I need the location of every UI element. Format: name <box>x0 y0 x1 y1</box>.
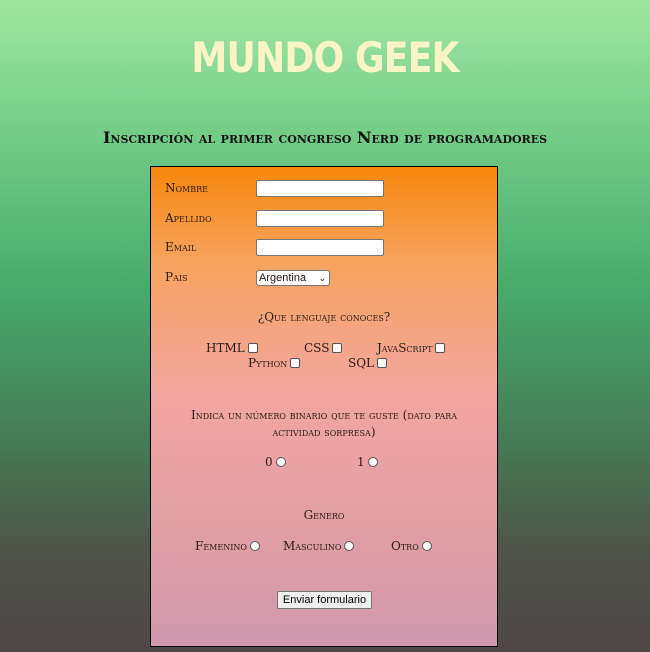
email-input[interactable] <box>256 239 384 256</box>
binary-option-0[interactable]: 0 <box>265 455 286 469</box>
pais-select[interactable]: Argentina ⌄ <box>256 270 330 286</box>
pais-selected-value: Argentina <box>259 272 307 284</box>
binary-0-radio[interactable] <box>275 456 286 467</box>
language-option-css[interactable]: CSS <box>304 341 343 355</box>
language-option-html[interactable]: HTML <box>206 341 258 355</box>
apellido-input[interactable] <box>256 210 384 227</box>
binary-option-1[interactable]: 1 <box>357 455 378 469</box>
page-subtitle: Inscripción al primer congreso Nerd de p… <box>102 128 548 147</box>
binary-1-radio[interactable] <box>367 456 378 467</box>
gender-option-femenino[interactable]: Femenino <box>195 539 260 553</box>
python-checkbox[interactable] <box>290 357 301 368</box>
apellido-label: Apellido <box>165 211 212 225</box>
sql-checkbox[interactable] <box>377 357 388 368</box>
chevron-down-icon: ⌄ <box>318 273 326 283</box>
html-checkbox[interactable] <box>247 342 258 353</box>
gender-label: Otro <box>391 539 419 553</box>
language-option-javascript[interactable]: JavaScript <box>377 341 446 355</box>
language-label: Python <box>248 356 288 370</box>
submit-button[interactable]: Enviar formulario <box>277 591 372 609</box>
css-checkbox[interactable] <box>332 342 343 353</box>
language-label: HTML <box>206 341 245 355</box>
language-label: CSS <box>304 341 330 355</box>
nombre-input[interactable] <box>256 180 384 197</box>
gender-title: Genero <box>303 508 345 522</box>
email-label: Email <box>165 240 197 254</box>
masculino-radio[interactable] <box>344 540 355 551</box>
registration-form: Nombre Apellido Email Pais Argentina ⌄ ¿… <box>150 166 498 647</box>
language-option-sql[interactable]: SQL <box>348 356 388 370</box>
binary-question: Indica un número binario que te guste (d… <box>190 408 458 439</box>
language-option-python[interactable]: Python <box>248 356 301 370</box>
nombre-label: Nombre <box>165 181 208 195</box>
femenino-radio[interactable] <box>249 540 260 551</box>
gender-option-masculino[interactable]: Masculino <box>283 539 355 553</box>
binary-label: 1 <box>357 455 365 469</box>
pais-label: Pais <box>165 270 188 284</box>
otro-radio[interactable] <box>421 540 432 551</box>
site-title: MUNDO GEEK <box>191 33 459 82</box>
gender-label: Masculino <box>283 539 342 553</box>
gender-label: Femenino <box>195 539 247 553</box>
gender-option-otro[interactable]: Otro <box>391 539 432 553</box>
javascript-checkbox[interactable] <box>435 342 446 353</box>
languages-question: ¿Que lenguaje conoces? <box>257 310 391 324</box>
binary-label: 0 <box>265 455 273 469</box>
language-label: JavaScript <box>377 341 433 355</box>
language-label: SQL <box>348 356 375 370</box>
